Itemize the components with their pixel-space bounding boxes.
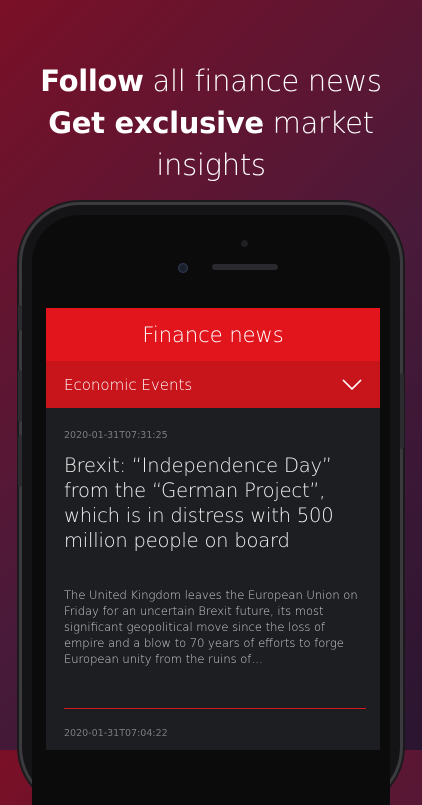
volume-down-button xyxy=(18,435,22,487)
category-label: Economic Events xyxy=(64,375,193,394)
mute-switch xyxy=(18,305,22,331)
earpiece-speaker xyxy=(212,264,278,270)
app-header: Finance news xyxy=(46,308,380,361)
volume-up-button xyxy=(18,370,22,422)
app-screen: Finance news Economic Events 2020-01-31T… xyxy=(46,308,380,750)
promo-line-1-bold: Follow xyxy=(40,64,144,98)
article-divider xyxy=(64,708,366,709)
proximity-sensor xyxy=(241,240,248,247)
power-button xyxy=(400,373,404,449)
promo-headline: Follow all finance news Get exclusive ma… xyxy=(0,60,422,186)
promo-line-3: insights xyxy=(156,148,266,182)
chevron-down-icon[interactable] xyxy=(342,378,362,391)
promo-line-1-rest: all finance news xyxy=(143,64,382,98)
article-timestamp: 2020-01-31T07:04:22 xyxy=(64,728,168,739)
article-timestamp: 2020-01-31T07:31:25 xyxy=(64,430,168,441)
article-summary: The United Kingdom leaves the European U… xyxy=(64,588,358,666)
app-header-title: Finance news xyxy=(142,322,284,347)
promo-line-2-rest: market xyxy=(263,106,374,140)
article-item[interactable]: 2020-01-31T07:31:25 Brexit: “Independenc… xyxy=(46,430,380,667)
front-camera xyxy=(178,263,188,273)
article-title[interactable]: Brexit: “Independence Day” from the “Ger… xyxy=(64,453,362,553)
promo-line-2: Get exclusive market xyxy=(0,102,422,144)
category-selector[interactable]: Economic Events xyxy=(46,361,380,408)
promo-line-2-bold: Get exclusive xyxy=(48,106,264,140)
promo-line-1: Follow all finance news xyxy=(0,60,422,102)
